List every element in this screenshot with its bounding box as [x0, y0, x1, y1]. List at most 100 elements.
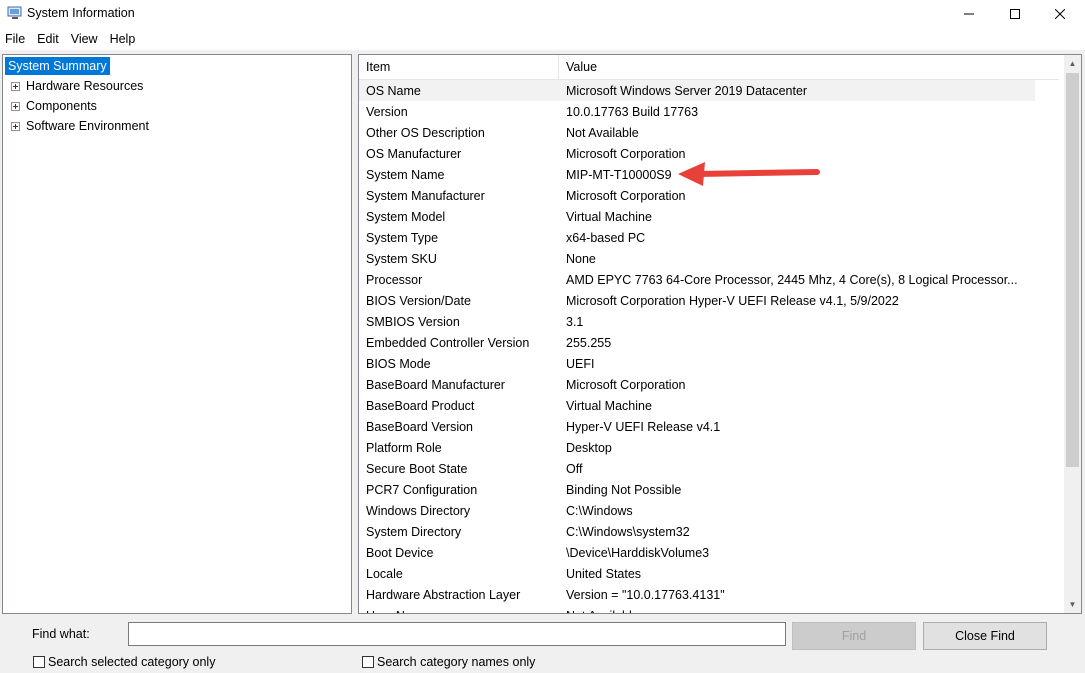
cell-value: Microsoft Corporation: [566, 188, 686, 203]
cell-value: Microsoft Windows Server 2019 Datacenter: [566, 83, 808, 98]
checkbox-label: Search category names only: [377, 655, 536, 669]
table-row[interactable]: BaseBoard Version Hyper-V UEFI Release v4…: [359, 416, 1035, 437]
vertical-scrollbar[interactable]: ▲ ▼: [1064, 55, 1081, 613]
cell-value: C:\Windows: [566, 503, 633, 518]
find-label: Find what:: [32, 627, 90, 641]
cell-item: BIOS Version/Date: [366, 293, 471, 308]
cell-item: BaseBoard Manufacturer: [366, 377, 505, 392]
cell-item: BaseBoard Product: [366, 398, 475, 413]
find-button[interactable]: Find: [792, 622, 916, 650]
table-row[interactable]: System SKU None: [359, 248, 1035, 269]
table-row[interactable]: Version 10.0.17763 Build 17763: [359, 101, 1035, 122]
cell-item: OS Manufacturer: [366, 146, 462, 161]
tree-item-components[interactable]: Components: [3, 97, 100, 115]
list-header: Item Value: [359, 55, 1059, 80]
cell-value: 10.0.17763 Build 17763: [566, 104, 699, 119]
table-row[interactable]: Processor AMD EPYC 7763 64-Core Processor…: [359, 269, 1035, 290]
cell-item: Platform Role: [366, 440, 442, 455]
table-row[interactable]: BIOS Version/Date Microsoft Corporation H…: [359, 290, 1035, 311]
cell-value: C:\Windows\system32: [566, 524, 690, 539]
cell-value: Binding Not Possible: [566, 482, 682, 497]
title-bar: System Information: [0, 0, 1085, 28]
expand-icon[interactable]: [11, 121, 20, 131]
table-row[interactable]: BaseBoard Manufacturer Microsoft Corporat…: [359, 374, 1035, 395]
table-row[interactable]: OS Name Microsoft Windows Server 2019 Dat…: [359, 80, 1035, 101]
cell-value: \Device\HarddiskVolume3: [566, 545, 710, 560]
expand-icon[interactable]: [11, 101, 20, 111]
table-row[interactable]: Boot Device \Device\HarddiskVolume3: [359, 542, 1035, 563]
cell-item: System SKU: [366, 251, 437, 266]
search-selected-category-checkbox[interactable]: Search selected category only: [33, 655, 215, 669]
cell-value: Not Available: [566, 125, 639, 140]
maximize-button[interactable]: [992, 0, 1038, 28]
details-list: Item Value OS Name Microsoft Windows Serv…: [358, 54, 1082, 614]
annotation-arrow: [678, 162, 820, 186]
table-row[interactable]: Locale United States: [359, 563, 1035, 584]
table-row[interactable]: PCR7 Configuration Binding Not Possible: [359, 479, 1035, 500]
cell-item: Embedded Controller Version: [366, 335, 530, 350]
scroll-up-icon[interactable]: ▲: [1064, 55, 1081, 72]
table-row[interactable]: SMBIOS Version 3.1: [359, 311, 1035, 332]
cell-item: System Directory: [366, 524, 462, 539]
tree-item-system-summary[interactable]: System Summary: [5, 57, 110, 75]
table-row[interactable]: Windows Directory C:\Windows: [359, 500, 1035, 521]
table-row[interactable]: Other OS Description Not Available: [359, 122, 1035, 143]
close-button[interactable]: [1037, 0, 1083, 28]
scroll-down-icon[interactable]: ▼: [1064, 596, 1081, 613]
tree-item-label: Hardware Resources: [26, 79, 144, 93]
table-row[interactable]: System Type x64-based PC: [359, 227, 1035, 248]
cell-item: Processor: [366, 272, 423, 287]
expand-icon[interactable]: [11, 81, 20, 91]
cell-item: Other OS Description: [366, 125, 485, 140]
cell-item: PCR7 Configuration: [366, 482, 478, 497]
cell-item: Locale: [366, 566, 403, 581]
cell-item: System Manufacturer: [366, 188, 485, 203]
menu-help[interactable]: Help: [104, 28, 142, 50]
cell-value: None: [566, 251, 596, 266]
cell-item: Version: [366, 104, 408, 119]
tree-item-label: System Summary: [5, 57, 110, 75]
cell-item: OS Name: [366, 83, 421, 98]
cell-item: User Name: [359, 609, 559, 614]
table-row[interactable]: Embedded Controller Version 255.255: [359, 332, 1035, 353]
table-row[interactable]: System Model Virtual Machine: [359, 206, 1035, 227]
table-row[interactable]: BaseBoard Product Virtual Machine: [359, 395, 1035, 416]
table-row[interactable]: Platform Role Desktop: [359, 437, 1035, 458]
cell-item: Boot Device: [366, 545, 434, 560]
cell-value: Microsoft Corporation: [566, 377, 686, 392]
cell-item: BaseBoard Version: [366, 419, 474, 434]
menu-view[interactable]: View: [65, 28, 104, 50]
cell-value: Off: [566, 461, 583, 476]
cell-item: Windows Directory: [366, 503, 471, 518]
category-tree: System Summary Hardware Resources Compon…: [2, 54, 352, 614]
cell-value: Not Available: [559, 609, 1035, 614]
cell-item: Hardware Abstraction Layer: [366, 587, 521, 602]
table-row[interactable]: BIOS Mode UEFI: [359, 353, 1035, 374]
cell-value: United States: [566, 566, 642, 581]
cell-value: 3.1: [566, 314, 584, 329]
cell-value: 255.255: [566, 335, 612, 350]
find-input[interactable]: [128, 622, 786, 646]
cell-item: BIOS Mode: [366, 356, 431, 371]
table-row[interactable]: System Directory C:\Windows\system32: [359, 521, 1035, 542]
cell-item: System Model: [366, 209, 446, 224]
tree-item-hardware-resources[interactable]: Hardware Resources: [3, 77, 146, 95]
close-find-button[interactable]: Close Find: [923, 622, 1047, 650]
cell-value: Microsoft Corporation Hyper-V UEFI Relea…: [566, 293, 899, 308]
column-header-value[interactable]: Value: [559, 55, 1035, 79]
checkbox-box[interactable]: [362, 656, 374, 668]
cell-value: x64-based PC: [566, 230, 646, 245]
table-row[interactable]: User NameNot Available: [359, 605, 1035, 614]
search-category-names-checkbox[interactable]: Search category names only: [362, 655, 535, 669]
checkbox-box[interactable]: [33, 656, 45, 668]
tree-item-software-environment[interactable]: Software Environment: [3, 117, 152, 135]
menu-edit[interactable]: Edit: [31, 28, 65, 50]
menu-file[interactable]: File: [0, 28, 31, 50]
table-row[interactable]: Secure Boot State Off: [359, 458, 1035, 479]
scroll-thumb[interactable]: [1066, 73, 1079, 467]
minimize-button[interactable]: [946, 0, 992, 28]
column-header-item[interactable]: Item: [359, 55, 559, 79]
menu-bar: File Edit View Help: [0, 28, 1085, 50]
cell-value: Desktop: [566, 440, 612, 455]
table-row[interactable]: Hardware Abstraction Layer Version = "10.…: [359, 584, 1035, 605]
